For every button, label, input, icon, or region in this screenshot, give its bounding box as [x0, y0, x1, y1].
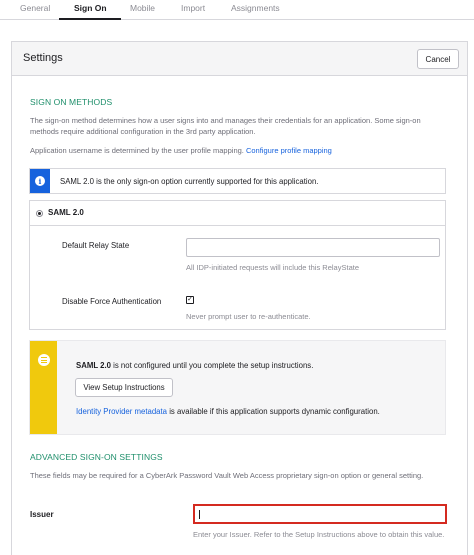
relay-state-hint: All IDP-initiated requests will include …	[186, 263, 359, 272]
info-notice: i SAML 2.0 is the only sign-on option cu…	[29, 168, 446, 194]
setup-warning-message: is not configured until you complete the…	[113, 361, 314, 370]
identity-provider-metadata-link[interactable]: Identity Provider metadata	[76, 407, 167, 416]
username-mapping-text: Application username is determined by th…	[30, 145, 445, 156]
radio-selected-icon[interactable]	[36, 210, 43, 217]
force-auth-label: Disable Force Authentication	[62, 297, 162, 306]
sign-on-methods-heading: SIGN ON METHODS	[30, 97, 113, 107]
setup-warning-text: SAML 2.0 is not configured until you com…	[76, 361, 313, 370]
cancel-button[interactable]: Cancel	[417, 49, 459, 69]
view-setup-instructions-button[interactable]: View Setup Instructions	[75, 378, 173, 397]
panel-header: Settings Cancel	[12, 42, 467, 76]
saml-option-box: SAML 2.0 Default Relay State All IDP-ini…	[29, 200, 446, 330]
tab-import[interactable]: Import	[181, 3, 205, 13]
relay-state-label: Default Relay State	[62, 241, 130, 250]
info-text: SAML 2.0 is the only sign-on option curr…	[60, 177, 319, 186]
warning-strip	[30, 341, 57, 434]
tab-mobile[interactable]: Mobile	[130, 3, 155, 13]
setup-warning: SAML 2.0 is not configured until you com…	[29, 340, 446, 435]
tab-bar: General Sign On Mobile Import Assignment…	[0, 0, 474, 20]
advanced-settings-heading: ADVANCED SIGN-ON SETTINGS	[30, 452, 163, 462]
tab-assignments[interactable]: Assignments	[231, 3, 280, 13]
issuer-hint: Enter your Issuer. Refer to the Setup In…	[193, 530, 445, 539]
info-strip: i	[30, 169, 50, 193]
advanced-description: These fields may be required for a Cyber…	[30, 471, 424, 480]
page-title: Settings	[23, 52, 63, 64]
text-caret	[199, 510, 200, 519]
checkbox-checked-icon[interactable]: ✓	[186, 296, 194, 304]
saml-option-label: SAML 2.0	[48, 208, 84, 217]
relay-state-input[interactable]	[186, 238, 440, 257]
configure-profile-mapping-link[interactable]: Configure profile mapping	[246, 146, 332, 155]
metadata-message: is available if this application support…	[169, 407, 380, 416]
active-tab-indicator	[59, 18, 121, 20]
tab-general[interactable]: General	[20, 3, 50, 13]
username-mapping-label: Application username is determined by th…	[30, 146, 244, 155]
issuer-input[interactable]	[193, 504, 447, 524]
force-auth-hint: Never prompt user to re-authenticate.	[186, 312, 311, 321]
saml-option-header[interactable]: SAML 2.0	[30, 201, 445, 226]
tab-sign-on[interactable]: Sign On	[74, 3, 107, 13]
sign-on-description: The sign-on method determines how a user…	[30, 116, 421, 136]
setup-list-icon	[38, 354, 50, 366]
metadata-text: Identity Provider metadata is available …	[76, 407, 380, 416]
setup-warning-bold: SAML 2.0	[76, 361, 111, 370]
info-icon: i	[35, 176, 45, 186]
issuer-label: Issuer	[30, 510, 54, 519]
